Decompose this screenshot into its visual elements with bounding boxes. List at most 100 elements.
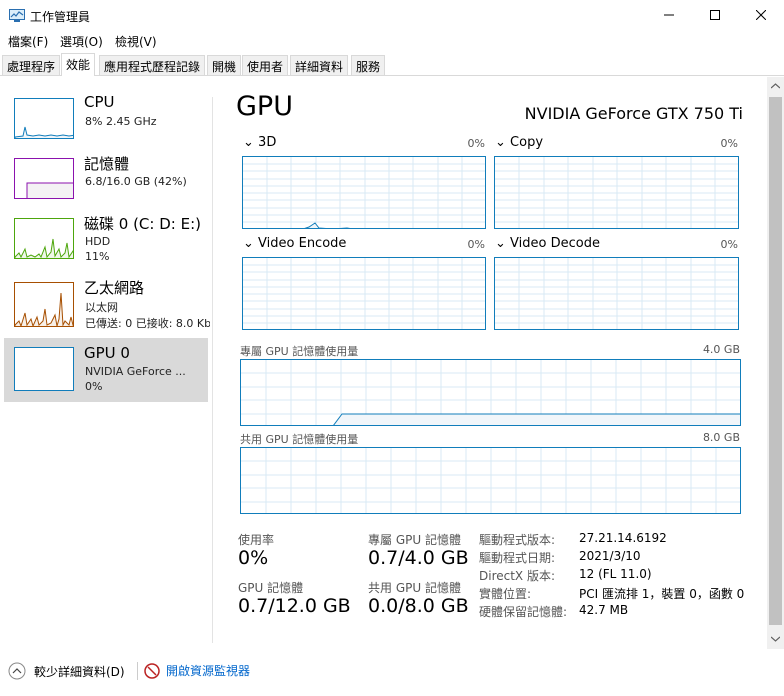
menu-file[interactable]: 檔案(F) xyxy=(8,33,48,50)
info-value: PCI 匯流排 1，裝置 0，函數 0 xyxy=(579,587,745,601)
graph-grid xyxy=(241,448,740,513)
task-manager-icon xyxy=(9,9,25,22)
device-item-disk[interactable]: 磁碟 0 (C: D: E:) HDD 11% xyxy=(4,215,208,279)
graph-grid xyxy=(495,258,738,329)
panel-divider xyxy=(212,97,213,643)
info-value: 12 (FL 11.0) xyxy=(579,567,652,581)
info-value: 2021/3/10 xyxy=(579,549,641,563)
tab-details[interactable]: 詳細資料 xyxy=(290,55,349,75)
tab-bar: 處理程序 效能 應用程式歷程記錄 開機 使用者 詳細資料 服務 xyxy=(0,53,784,76)
usage-value: 0% xyxy=(238,547,269,569)
page-title: GPU xyxy=(236,91,293,122)
ethernet-thumbnail xyxy=(14,282,74,327)
cpu-thumbnail xyxy=(14,98,74,139)
vertical-scrollbar[interactable] xyxy=(767,77,784,649)
gpu-thumbnail xyxy=(14,347,74,391)
tab-startup[interactable]: 開機 xyxy=(207,55,242,75)
graph-grid xyxy=(243,157,485,228)
fewer-details-label: 較少詳細資料(D) xyxy=(34,664,125,679)
device-name: CPU xyxy=(84,93,115,111)
graph-grid xyxy=(243,258,485,329)
fewer-details-button[interactable]: 較少詳細資料(D) xyxy=(8,662,125,680)
engine-name: Copy xyxy=(510,135,544,150)
engine-percent: 0% xyxy=(467,238,485,251)
scroll-down-icon[interactable] xyxy=(771,636,780,642)
gpu-mem-value: 0.7/12.0 GB xyxy=(238,595,351,617)
device-item-memory[interactable]: 記憶體 6.8/16.0 GB (42%) xyxy=(4,155,208,219)
dedicated-memory-label: 專屬 GPU 記憶體使用量 xyxy=(240,345,359,358)
device-item-cpu[interactable]: CPU 8% 2.45 GHz xyxy=(4,93,208,159)
device-detail: HDD xyxy=(85,235,111,248)
chevron-down-icon: ⌄ xyxy=(495,236,506,251)
engine-selector-3d[interactable]: ⌄ 3D xyxy=(243,135,276,150)
tab-app-history[interactable]: 應用程式歷程記錄 xyxy=(99,55,206,75)
open-resource-monitor-link[interactable]: 開啟資源監視器 xyxy=(144,662,250,679)
minimize-icon xyxy=(664,14,674,16)
chevron-down-icon: ⌄ xyxy=(243,135,254,150)
shared-mem-label: 共用 GPU 記憶體 xyxy=(368,581,461,595)
usage-label: 使用率 xyxy=(238,533,275,547)
close-icon xyxy=(756,10,766,20)
engine-name: Video Decode xyxy=(510,236,600,251)
maximize-button[interactable] xyxy=(692,0,738,30)
engine-selector-video-encode[interactable]: ⌄ Video Encode xyxy=(243,236,346,251)
maximize-icon xyxy=(710,10,720,20)
scroll-up-icon[interactable] xyxy=(771,83,780,89)
dedicated-memory-max: 4.0 GB xyxy=(702,343,740,356)
engine-percent: 0% xyxy=(720,238,738,251)
scroll-thumb[interactable] xyxy=(769,97,782,625)
device-item-ethernet[interactable]: 乙太網路 以太网 已傳送: 0 已接收: 8.0 Kb xyxy=(4,279,210,343)
gpu-mem-label: GPU 記憶體 xyxy=(238,581,304,595)
tab-performance[interactable]: 效能 xyxy=(61,53,96,76)
menu-options[interactable]: 選項(O) xyxy=(60,33,103,50)
engine-selector-copy[interactable]: ⌄ Copy xyxy=(495,135,543,150)
shared-mem-value: 0.0/8.0 GB xyxy=(368,595,469,617)
disk-thumbnail xyxy=(14,218,74,259)
engine-percent: 0% xyxy=(720,137,738,150)
device-detail: 以太网 xyxy=(85,301,118,314)
gpu-model-name: NVIDIA GeForce GTX 750 Ti xyxy=(524,104,743,123)
info-value: 27.21.14.6192 xyxy=(579,531,667,545)
device-item-gpu[interactable]: GPU 0 NVIDIA GeForce ... 0% xyxy=(4,338,208,402)
chevron-up-circle-icon xyxy=(8,662,26,680)
device-detail-2: 0% xyxy=(85,380,103,393)
engine-selector-video-decode[interactable]: ⌄ Video Decode xyxy=(495,236,600,251)
shared-memory-label: 共用 GPU 記憶體使用量 xyxy=(240,433,359,446)
device-name: GPU 0 xyxy=(84,344,130,362)
device-detail-2: 已傳送: 0 已接收: 8.0 Kb xyxy=(85,317,210,330)
device-name: 記憶體 xyxy=(84,155,130,173)
tab-processes[interactable]: 處理程序 xyxy=(2,55,61,75)
device-detail: NVIDIA GeForce ... xyxy=(85,365,186,378)
engine-graph-video-encode xyxy=(242,257,486,330)
info-value: 42.7 MB xyxy=(579,603,629,617)
engine-percent: 0% xyxy=(467,137,485,150)
tab-services[interactable]: 服務 xyxy=(351,55,386,75)
window-title: 工作管理員 xyxy=(30,10,91,24)
chevron-down-icon: ⌄ xyxy=(243,236,254,251)
memory-thumbnail xyxy=(14,158,74,199)
info-key: DirectX 版本: xyxy=(479,569,556,583)
resource-monitor-icon xyxy=(144,662,160,679)
dedicated-mem-value: 0.7/4.0 GB xyxy=(368,547,469,569)
dedicated-memory-graph xyxy=(240,359,741,426)
device-list: CPU 8% 2.45 GHz 記憶體 6.8/16.0 GB (42%) 磁碟… xyxy=(0,77,213,647)
open-resource-monitor-label: 開啟資源監視器 xyxy=(166,664,251,678)
shared-memory-graph xyxy=(240,447,741,514)
tab-users[interactable]: 使用者 xyxy=(242,55,289,75)
engine-graph-video-decode xyxy=(494,257,739,330)
dedicated-mem-label: 專屬 GPU 記憶體 xyxy=(368,533,461,547)
graph-grid xyxy=(241,360,740,425)
device-detail: 8% 2.45 GHz xyxy=(85,115,157,128)
minimize-button[interactable] xyxy=(646,0,692,30)
chevron-down-icon: ⌄ xyxy=(495,135,506,150)
menu-view[interactable]: 檢視(V) xyxy=(115,33,157,50)
footer-divider xyxy=(137,662,138,680)
device-name: 磁碟 0 (C: D: E:) xyxy=(84,215,201,233)
info-key: 硬體保留記憶體: xyxy=(479,605,568,619)
close-button[interactable] xyxy=(738,0,784,30)
engine-graph-copy xyxy=(494,156,739,229)
device-detail: 6.8/16.0 GB (42%) xyxy=(85,175,187,188)
graph-grid xyxy=(495,157,738,228)
menu-bar: 檔案(F) 選項(O) 檢視(V) xyxy=(0,31,784,51)
device-detail-2: 11% xyxy=(85,250,110,263)
